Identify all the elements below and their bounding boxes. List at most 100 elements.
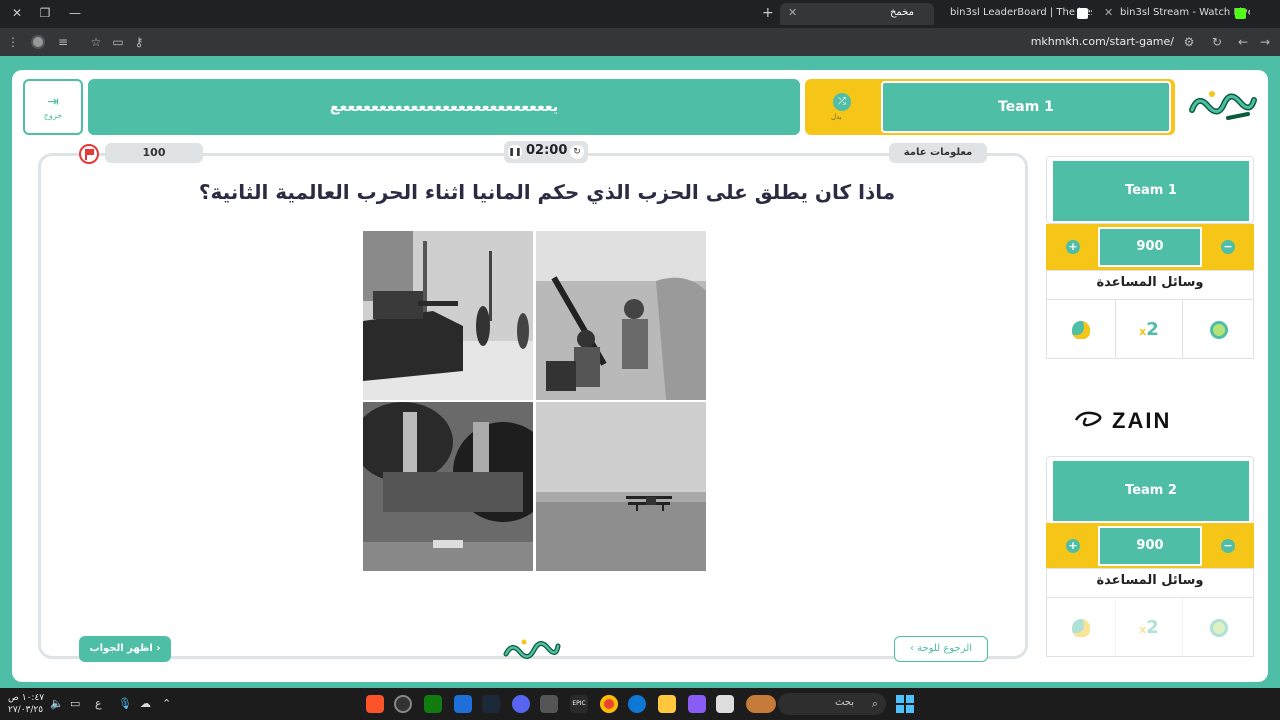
tab-title: bin3sl Stream - Watch Live on K <box>1120 7 1250 18</box>
double-points-aid[interactable]: x2 <box>1115 300 1183 359</box>
game-container: ⇥ خروج يعععععععععععععععععععععععععععع ⤮ ب… <box>12 70 1268 682</box>
timer: ❚❚ 02:00 ↻ <box>504 141 588 163</box>
zain-text: ZAIN <box>1112 408 1171 432</box>
chrome-icon[interactable] <box>600 695 618 713</box>
team-2-minus-icon[interactable]: − <box>1221 539 1235 553</box>
timer-value: 02:00 <box>526 143 568 158</box>
report-flag-icon[interactable] <box>79 144 99 164</box>
network-icon[interactable]: ▭ <box>70 697 80 710</box>
image-burning-battleship <box>363 402 533 571</box>
volume-icon[interactable]: 🔈 <box>50 697 64 710</box>
team-1-aids-title: وسائل المساعدة <box>1096 275 1204 290</box>
app-icon[interactable] <box>688 695 706 713</box>
team-1-score-row: + 900 − <box>1046 224 1254 270</box>
team-2-score-row: + 900 − <box>1046 523 1254 569</box>
team-1-plus-icon[interactable]: + <box>1066 240 1080 254</box>
xbox-icon[interactable] <box>424 695 442 713</box>
team-1-card: Team 1 <box>1046 156 1254 224</box>
hint-aid[interactable] <box>1185 598 1253 657</box>
call-friend-icon <box>1072 619 1090 637</box>
team-2-plus-icon[interactable]: + <box>1066 539 1080 553</box>
question-text: ماذا كان يطلق على الحزب الذي حكم المانيا… <box>198 180 896 204</box>
team-2-aids-row: x2 <box>1047 597 1253 657</box>
epic-games-icon[interactable]: EPIC <box>570 695 588 713</box>
x2-icon: x2 <box>1139 319 1159 340</box>
exit-icon: ⇥ <box>47 94 59 110</box>
team-2-card: Team 2 <box>1046 456 1254 524</box>
app-icon[interactable] <box>716 695 734 713</box>
store-icon[interactable] <box>540 695 558 713</box>
exit-label: خروج <box>43 111 63 120</box>
x2-icon-2: 2 <box>1146 617 1159 638</box>
current-turn-box: ⤮ بدل Team 1 <box>805 79 1175 135</box>
microphone-icon[interactable]: 🎙 <box>118 697 132 710</box>
restore-window-icon[interactable]: ❐ <box>38 6 52 20</box>
browser-tab-bar: ✕ ❐ — + ✕ مخمخ bin3sl LeaderBoard | The … <box>0 0 1280 28</box>
back-arrow-icon[interactable]: ← <box>1236 35 1250 49</box>
back-to-board-button[interactable]: ‹ الرجوع للوحة <box>894 636 988 662</box>
tab-stream[interactable]: ✕ bin3sl Stream - Watch Live on K <box>1100 3 1250 25</box>
team-1-aids: وسائل المساعدة x2 <box>1046 270 1254 359</box>
profile-avatar-icon[interactable] <box>31 35 45 49</box>
forward-arrow-icon[interactable]: → <box>1258 35 1272 49</box>
mkhmkh-logo-bottom <box>503 639 561 659</box>
tab-favicon-icon <box>1077 8 1088 19</box>
team-2-aids: وسائل المساعدة x2 <box>1046 568 1254 657</box>
tab-leaderboard[interactable]: bin3sl LeaderBoard | The best C <box>940 3 1092 25</box>
x2-icon: x2 <box>1139 617 1159 638</box>
reset-timer-icon[interactable]: ↻ <box>570 145 584 159</box>
team-1-name: Team 1 <box>1053 161 1249 221</box>
language-indicator[interactable]: ع <box>95 697 102 710</box>
reload-icon[interactable]: ↻ <box>1210 35 1224 49</box>
x2-icon-2: 2 <box>1146 319 1159 340</box>
tab-title: bin3sl LeaderBoard | The best C <box>950 7 1092 18</box>
pause-icon[interactable]: ❚❚ <box>508 145 522 159</box>
team-1-minus-icon[interactable]: − <box>1221 240 1235 254</box>
taskbar-clock[interactable]: ١٠:٤٧ ص ٢٧/٠٣/٢٥ <box>8 692 44 716</box>
windows-taskbar: ١٠:٤٧ ص ٢٧/٠٣/٢٥ 🔈 ▭ ع 🎙 ☁ ⌃ EPIC بحث ⌕ <box>0 688 1280 720</box>
brave-browser-icon[interactable] <box>366 695 384 713</box>
hint-sun-icon <box>1210 619 1228 637</box>
url-field[interactable]: mkhmkh.com/start-game/ <box>1031 35 1174 48</box>
app-icon[interactable] <box>394 695 412 713</box>
file-explorer-icon[interactable] <box>658 695 676 713</box>
show-hidden-icons-icon[interactable]: ⌃ <box>162 697 171 710</box>
search-icon: ⌕ <box>871 697 878 710</box>
password-key-icon[interactable]: ⚷ <box>132 35 146 49</box>
tray-app-icon[interactable]: ☁ <box>140 697 151 710</box>
zain-logo: ZAIN <box>1074 408 1171 432</box>
hint-aid[interactable] <box>1185 300 1253 359</box>
call-friend-icon <box>1072 321 1090 339</box>
category-label: معلومات عامة <box>889 143 987 163</box>
site-settings-icon[interactable]: ⚙ <box>1182 35 1196 49</box>
install-app-icon[interactable]: ▭ <box>111 35 125 49</box>
app-icon[interactable] <box>454 695 472 713</box>
bookmark-star-icon[interactable]: ☆ <box>89 35 103 49</box>
minimize-window-icon[interactable]: — <box>68 6 82 20</box>
call-friend-aid[interactable] <box>1047 598 1115 657</box>
close-window-icon[interactable]: ✕ <box>10 6 24 20</box>
answer-display: يعععععععععععععععععععععععععععع <box>88 79 800 135</box>
windows-start-icon[interactable] <box>896 695 914 713</box>
discord-icon[interactable] <box>512 695 530 713</box>
show-answer-button[interactable]: اظهر الجواب › <box>79 636 171 662</box>
question-points: 100 <box>105 143 203 163</box>
team-2-name: Team 2 <box>1053 461 1249 521</box>
close-tab-icon[interactable]: ✕ <box>788 6 797 19</box>
show-answer-label: اظهر الجواب <box>89 643 153 654</box>
widget-icon[interactable] <box>746 695 776 713</box>
swap-turn-icon[interactable]: ⤮ <box>833 93 851 111</box>
taskbar-search[interactable]: بحث ⌕ <box>778 693 886 715</box>
menu-icon[interactable]: ⋮ <box>6 35 20 49</box>
exit-button[interactable]: ⇥ خروج <box>23 79 83 135</box>
new-tab-icon[interactable]: + <box>762 5 774 21</box>
close-tab-icon[interactable]: ✕ <box>1104 6 1113 19</box>
steam-icon[interactable] <box>482 695 500 713</box>
media-icon[interactable]: ≡ <box>56 35 70 49</box>
tab-active[interactable]: ✕ مخمخ <box>780 3 934 25</box>
kick-favicon-icon <box>1235 8 1246 19</box>
edge-icon[interactable] <box>628 695 646 713</box>
double-points-aid[interactable]: x2 <box>1115 598 1183 657</box>
hint-sun-icon <box>1210 321 1228 339</box>
call-friend-aid[interactable] <box>1047 300 1115 359</box>
